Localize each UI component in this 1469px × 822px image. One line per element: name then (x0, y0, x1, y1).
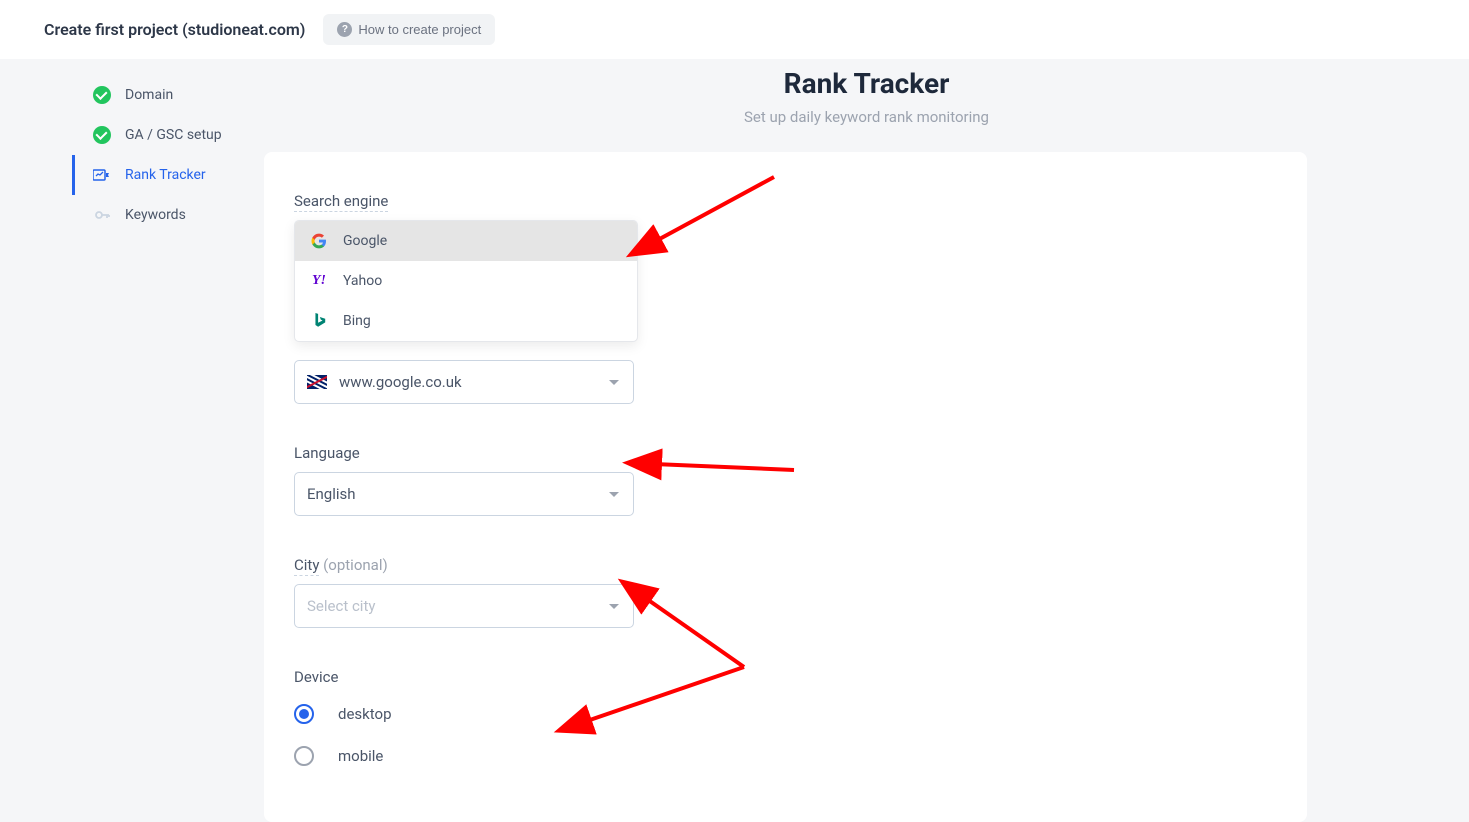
annotation-arrow (644, 172, 784, 256)
sidebar-item-label: GA / GSC setup (125, 127, 222, 143)
sidebar-item-ga-gsc[interactable]: GA / GSC setup (72, 115, 264, 155)
chevron-down-icon (609, 604, 619, 609)
page-title: Rank Tracker (264, 67, 1469, 100)
sidebar-item-label: Domain (125, 87, 173, 103)
radio-icon (294, 746, 314, 766)
check-icon (93, 126, 111, 144)
device-option-label: mobile (338, 747, 383, 765)
region-select[interactable]: www.google.co.uk (294, 360, 634, 404)
search-engine-option-label: Bing (343, 313, 371, 329)
top-bar: Create first project (studioneat.com) ? … (0, 0, 1469, 59)
bing-icon (311, 313, 327, 329)
search-engine-dropdown: Google Y! Yahoo Bing (294, 220, 638, 342)
search-engine-option-bing[interactable]: Bing (295, 301, 637, 341)
help-button-label: How to create project (358, 22, 481, 37)
sidebar-item-label: Rank Tracker (125, 167, 206, 183)
region-select-value: www.google.co.uk (339, 373, 462, 391)
rank-tracker-icon (93, 166, 111, 184)
device-option-label: desktop (338, 705, 392, 723)
search-engine-option-google[interactable]: Google (295, 221, 637, 261)
sidebar-item-keywords[interactable]: Keywords (72, 195, 264, 235)
search-engine-option-label: Google (343, 233, 387, 249)
chevron-down-icon (609, 492, 619, 497)
question-icon: ? (337, 22, 352, 37)
sidebar-item-rank-tracker[interactable]: Rank Tracker (72, 155, 264, 195)
city-select-placeholder: Select city (307, 597, 375, 615)
radio-icon (294, 704, 314, 724)
city-select[interactable]: Select city (294, 584, 634, 628)
check-icon (93, 86, 111, 104)
uk-flag-icon (307, 375, 327, 389)
google-icon (311, 233, 327, 249)
form-card: Search engine Google Y! Yahoo Bing (264, 152, 1307, 822)
device-option-mobile[interactable]: mobile (294, 746, 1277, 766)
page-breadcrumb-title: Create first project (studioneat.com) (44, 20, 305, 39)
yahoo-icon: Y! (311, 273, 327, 289)
sidebar-item-label: Keywords (125, 207, 186, 223)
search-engine-option-label: Yahoo (343, 273, 382, 289)
device-option-desktop[interactable]: desktop (294, 704, 1277, 724)
city-label: City (optional) (294, 556, 1277, 574)
language-select-value: English (307, 485, 356, 503)
language-select[interactable]: English (294, 472, 634, 516)
device-label: Device (294, 668, 1277, 686)
setup-steps-sidebar: Domain GA / GSC setup Rank Tracker Keywo… (72, 59, 264, 822)
language-label: Language (294, 444, 1277, 462)
chevron-down-icon (609, 380, 619, 385)
sidebar-item-domain[interactable]: Domain (72, 75, 264, 115)
search-engine-label: Search engine (294, 192, 1277, 210)
help-button[interactable]: ? How to create project (323, 14, 495, 45)
key-icon (93, 206, 111, 224)
page-subtitle: Set up daily keyword rank monitoring (264, 108, 1469, 126)
search-engine-option-yahoo[interactable]: Y! Yahoo (295, 261, 637, 301)
